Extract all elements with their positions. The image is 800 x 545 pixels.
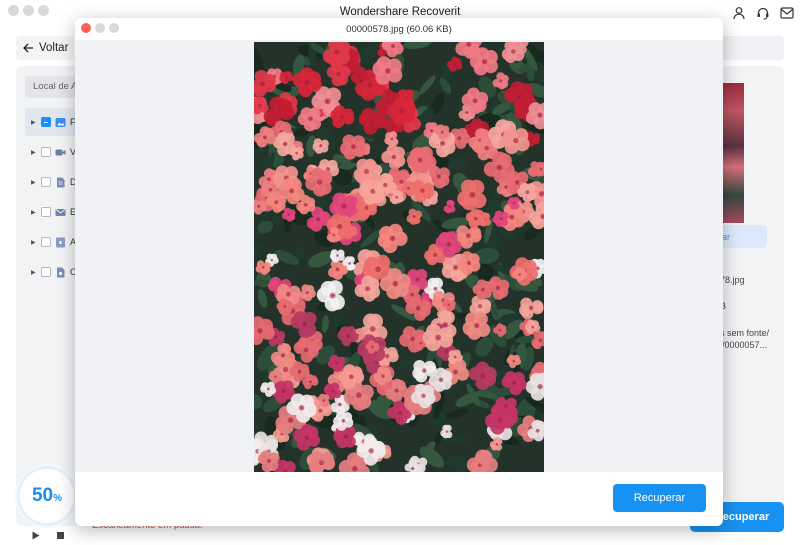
other-files-icon xyxy=(57,267,65,277)
others-checkbox[interactable] xyxy=(41,267,51,277)
play-icon[interactable] xyxy=(32,531,40,540)
expand-caret-icon[interactable]: ▶ xyxy=(31,179,37,186)
preview-select-button[interactable]: ar xyxy=(720,225,767,248)
scan-progress-value: 50 xyxy=(31,485,54,506)
expand-caret-icon[interactable]: ▶ xyxy=(31,269,37,276)
app-title: Wondershare Recoverit xyxy=(339,6,461,18)
selected-file-thumbnail[interactable] xyxy=(723,83,744,223)
dialog-recover-button[interactable]: Recuperar xyxy=(613,484,706,512)
headset-icon[interactable] xyxy=(756,6,770,20)
back-button[interactable]: Voltar xyxy=(16,36,74,60)
preview-dialog: 00000578.jpg (60.06 KB) Recuperar xyxy=(75,18,723,526)
header-icons xyxy=(732,6,794,20)
preview-viewport xyxy=(75,40,723,472)
file-path-value-line2: j/0000057... xyxy=(720,340,768,350)
dialog-title: 00000578.jpg (60.06 KB) xyxy=(346,24,452,35)
file-path-value-line1: s sem fonte/ xyxy=(720,328,770,338)
video-icon xyxy=(55,149,66,155)
photos-checkbox[interactable] xyxy=(41,117,51,127)
email-checkbox[interactable] xyxy=(41,207,51,217)
videos-checkbox[interactable] xyxy=(41,147,51,157)
arrow-left-icon xyxy=(23,43,33,53)
user-icon[interactable] xyxy=(732,6,746,20)
document-icon xyxy=(57,177,65,187)
dialog-titlebar: 00000578.jpg (60.06 KB) xyxy=(75,18,723,40)
expand-caret-icon[interactable]: ▶ xyxy=(31,119,37,126)
back-button-label: Voltar xyxy=(39,42,69,54)
expand-caret-icon[interactable]: ▶ xyxy=(31,209,37,216)
photo-folder-icon xyxy=(55,117,66,127)
mail-icon[interactable] xyxy=(780,6,794,20)
scan-progress-circle: 50% xyxy=(17,466,77,526)
expand-caret-icon[interactable]: ▶ xyxy=(31,239,37,246)
archives-checkbox[interactable] xyxy=(41,237,51,247)
stop-icon[interactable] xyxy=(57,532,64,539)
expand-caret-icon[interactable]: ▶ xyxy=(31,149,37,156)
file-size-value: B xyxy=(720,301,727,311)
email-icon xyxy=(55,208,66,216)
file-name-value: 78.jpg xyxy=(720,275,745,285)
preview-image xyxy=(254,42,544,472)
documents-checkbox[interactable] xyxy=(41,177,51,187)
archive-icon xyxy=(56,237,65,247)
scan-progress-unit: % xyxy=(53,493,63,504)
